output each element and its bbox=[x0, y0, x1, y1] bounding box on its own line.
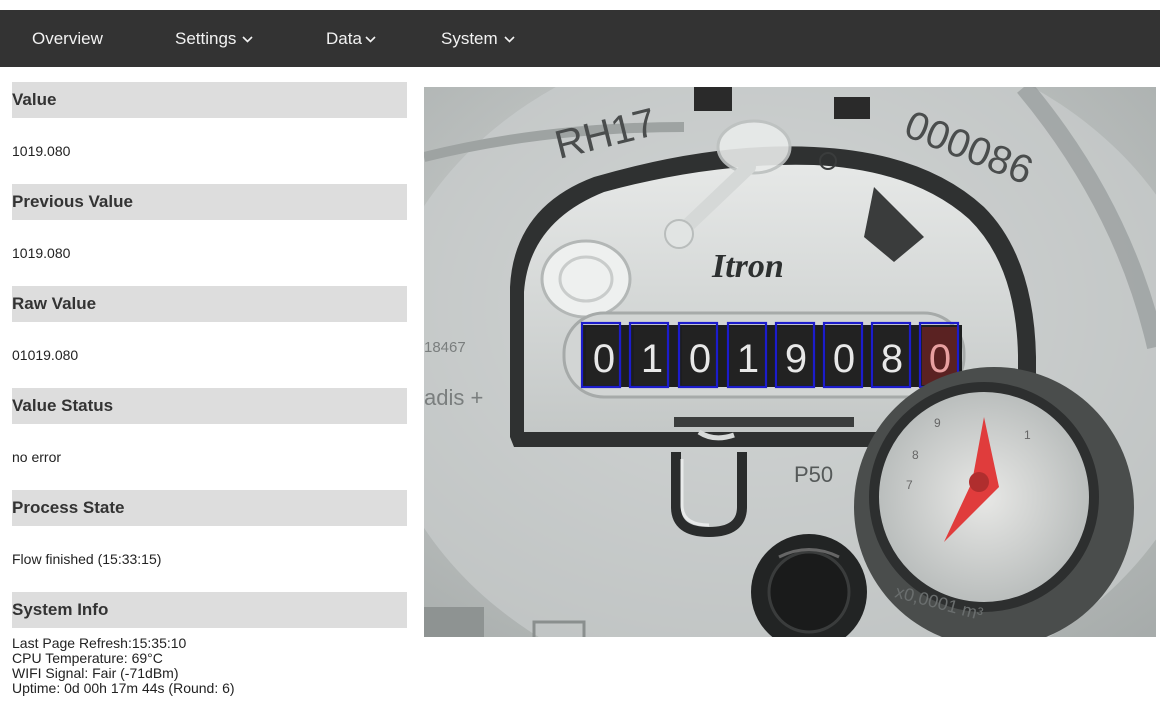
chevron-down-icon bbox=[242, 36, 254, 43]
raw-value-header: Raw Value bbox=[12, 286, 407, 322]
digit-5: 0 bbox=[833, 337, 855, 381]
nav-system[interactable]: System bbox=[441, 10, 515, 67]
nav-settings-label: Settings bbox=[175, 29, 237, 48]
nav-overview-label: Overview bbox=[32, 29, 103, 48]
digit-7: 0 bbox=[929, 337, 951, 381]
digit-4: 9 bbox=[785, 337, 807, 381]
nav-system-label: System bbox=[441, 29, 498, 48]
value-status-text: no error bbox=[12, 449, 62, 465]
raw-value-header-label: Raw Value bbox=[12, 294, 97, 313]
previous-value-header: Previous Value bbox=[12, 184, 407, 220]
dial-tick-9: 9 bbox=[934, 416, 941, 430]
system-info-block: Last Page Refresh:15:35:10 CPU Temperatu… bbox=[12, 636, 407, 696]
nav-data-label: Data bbox=[326, 29, 362, 48]
nav-overview[interactable]: Overview bbox=[32, 10, 103, 67]
meter-p50-text: P50 bbox=[794, 462, 833, 487]
previous-value-text: 1019.080 bbox=[12, 245, 71, 261]
main-navbar: Overview Settings Data System bbox=[0, 10, 1160, 67]
wifi-signal: WIFI Signal: Fair (-71dBm) bbox=[12, 665, 179, 681]
nav-settings[interactable]: Settings bbox=[175, 10, 254, 67]
uptime: Uptime: 0d 00h 17m 44s (Round: 6) bbox=[12, 680, 235, 696]
meter-side-number: 18467 bbox=[424, 339, 466, 356]
nav-data[interactable]: Data bbox=[326, 10, 376, 67]
process-state-header: Process State bbox=[12, 490, 407, 526]
raw-value-text: 01019.080 bbox=[12, 347, 79, 363]
dial-tick-1: 1 bbox=[1024, 428, 1031, 442]
value-header: Value bbox=[12, 82, 407, 118]
system-info-header-label: System Info bbox=[12, 600, 109, 619]
meter-photo-drawing: RH17 000086 18467 adis + Itron 0 1 0 1 9… bbox=[424, 87, 1156, 637]
cpu-temperature: CPU Temperature: 69°C bbox=[12, 650, 163, 666]
top-margin bbox=[0, 0, 1160, 10]
value-status-header-label: Value Status bbox=[12, 396, 114, 415]
process-state-text: Flow finished (15:33:15) bbox=[12, 551, 162, 567]
system-info-header: System Info bbox=[12, 592, 407, 628]
digit-2: 0 bbox=[689, 337, 711, 381]
digit-3: 1 bbox=[737, 337, 759, 381]
value-text: 1019.080 bbox=[12, 143, 71, 159]
value-status-header: Value Status bbox=[12, 388, 407, 424]
values-panel: Value 1019.080 Previous Value 1019.080 R… bbox=[12, 82, 407, 696]
digit-1: 1 bbox=[641, 337, 663, 381]
previous-value-header-label: Previous Value bbox=[12, 192, 133, 211]
chevron-down-icon bbox=[504, 36, 515, 43]
dial-tick-7: 7 bbox=[906, 478, 913, 492]
meter-side-text: adis + bbox=[424, 385, 483, 410]
process-state-header-label: Process State bbox=[12, 498, 125, 517]
meter-camera-image: RH17 000086 18467 adis + Itron 0 1 0 1 9… bbox=[424, 87, 1156, 637]
dial-tick-8: 8 bbox=[912, 448, 919, 462]
value-header-label: Value bbox=[12, 90, 57, 109]
digit-6: 8 bbox=[881, 337, 903, 381]
meter-brand-text: Itron bbox=[711, 248, 784, 285]
digit-0: 0 bbox=[593, 337, 615, 381]
chevron-down-icon bbox=[365, 36, 376, 43]
last-page-refresh: Last Page Refresh:15:35:10 bbox=[12, 635, 187, 651]
